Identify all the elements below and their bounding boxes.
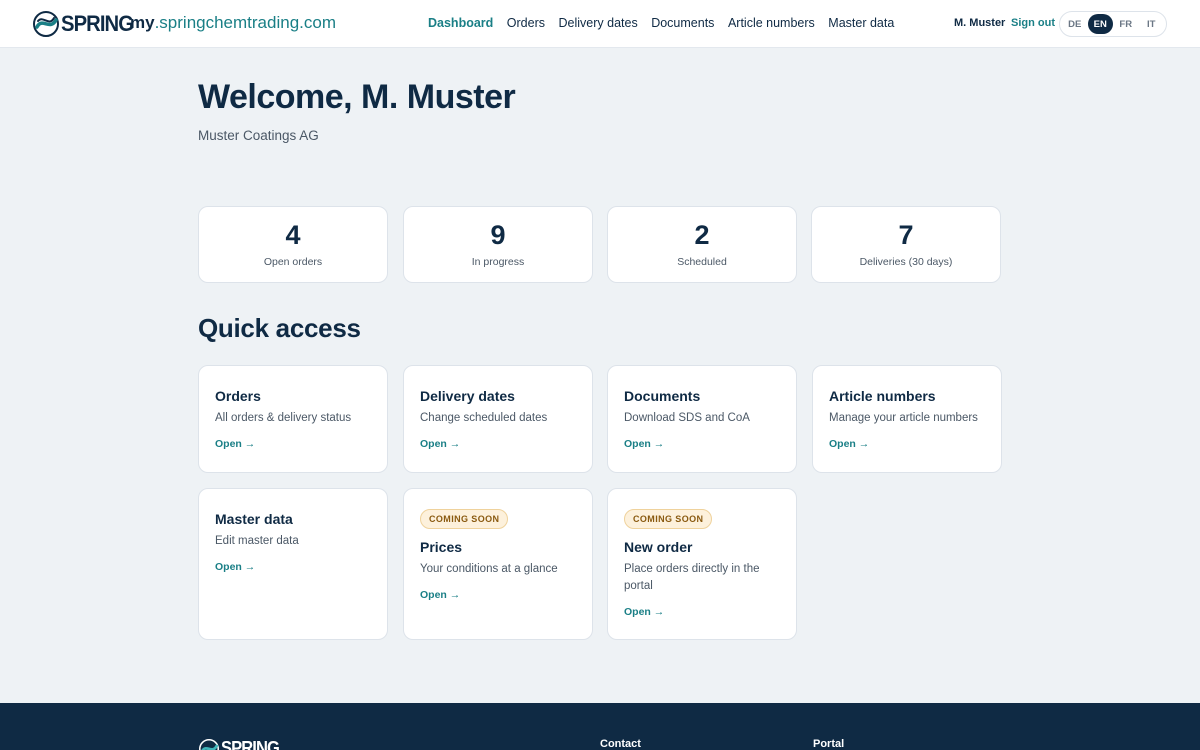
card-description: Change scheduled dates (420, 412, 548, 424)
domain-rest: .springchemtrading.com (154, 13, 336, 32)
card-description: Place orders directly in the portal (624, 563, 760, 592)
footer-portal-heading: Portal (813, 738, 845, 750)
card-description: Edit master data (215, 535, 299, 547)
nav-master-data[interactable]: Master data (828, 16, 894, 30)
coming-soon-badge: COMING SOON (624, 509, 713, 529)
stat-value: 2 (694, 220, 710, 250)
user-name: M. Muster (954, 17, 1006, 29)
stat-in-progress: 9 In progress (403, 206, 593, 283)
card-title: Orders (215, 388, 261, 404)
card-description: Your conditions at a glance (420, 563, 558, 575)
card-open-link[interactable]: Open → (624, 438, 664, 450)
stat-label: In progress (471, 256, 525, 268)
lang-en-button[interactable]: EN (1087, 14, 1113, 34)
card-open-link[interactable]: Open → (829, 438, 869, 450)
sign-out-link[interactable]: Sign out (1011, 17, 1055, 29)
page-title: Welcome, M. Muster (198, 78, 516, 116)
spring-logo-mark-icon (199, 738, 219, 750)
stat-value: 4 (285, 220, 301, 250)
card-open-link[interactable]: Open → (215, 561, 255, 573)
card-title: Documents (624, 388, 701, 404)
nav-delivery-dates[interactable]: Delivery dates (559, 16, 638, 30)
card-title: Prices (420, 539, 463, 555)
lang-fr-button[interactable]: FR (1113, 14, 1139, 34)
stat-deliveries: 7 Deliveries (30 days) (811, 206, 1001, 283)
card-title: Delivery dates (420, 388, 515, 404)
spring-logo-mark-icon (33, 11, 59, 37)
stat-label: Open orders (263, 256, 323, 268)
card-open-link[interactable]: Open → (215, 438, 255, 450)
nav-dashboard[interactable]: Dashboard (428, 16, 493, 30)
stat-value: 9 (490, 220, 506, 250)
portal-domain: my.springchemtrading.com (130, 13, 336, 33)
spring-logo[interactable]: SPRING (33, 11, 139, 37)
coming-soon-badge: COMING SOON (420, 509, 509, 529)
stat-label: Deliveries (30 days) (859, 256, 953, 268)
card-title: Article numbers (829, 388, 936, 404)
card-description: Manage your article numbers (829, 412, 978, 424)
nav-orders[interactable]: Orders (507, 16, 545, 30)
footer-logo-wordmark: SPRING (221, 738, 280, 750)
card-new-order[interactable]: COMING SOON New order Place orders direc… (607, 488, 797, 640)
stat-open-orders: 4 Open orders (198, 206, 388, 283)
card-description: Download SDS and CoA (624, 412, 750, 424)
card-article-numbers[interactable]: Article numbers Manage your article numb… (812, 365, 1002, 473)
stat-label: Scheduled (677, 256, 727, 268)
nav-documents[interactable]: Documents (651, 16, 714, 30)
logo-wordmark: SPRING (61, 11, 134, 36)
card-delivery-dates[interactable]: Delivery dates Change scheduled dates Op… (403, 365, 593, 473)
company-name: Muster Coatings AG (198, 128, 319, 143)
card-description: All orders & delivery status (215, 412, 352, 424)
card-open-link[interactable]: Open → (624, 606, 664, 618)
lang-it-button[interactable]: IT (1139, 14, 1165, 34)
stat-scheduled: 2 Scheduled (607, 206, 797, 283)
domain-prefix: my (130, 13, 155, 32)
footer-logo: SPRING (199, 738, 284, 750)
lang-de-button[interactable]: DE (1062, 14, 1088, 34)
card-master-data[interactable]: Master data Edit master data Open → (198, 488, 388, 640)
card-open-link[interactable]: Open → (420, 438, 460, 450)
main-nav: Dashboard Orders Delivery dates Document… (428, 16, 908, 30)
language-switcher: DE EN FR IT (1059, 11, 1167, 37)
footer-contact-heading: Contact (600, 738, 641, 750)
quick-access-heading: Quick access (198, 313, 361, 343)
card-title: Master data (215, 511, 293, 527)
stat-value: 7 (898, 220, 914, 250)
card-documents[interactable]: Documents Download SDS and CoA Open → (607, 365, 797, 473)
top-header: SPRING my.springchemtrading.com Dashboar… (0, 0, 1200, 48)
nav-article-numbers[interactable]: Article numbers (728, 16, 815, 30)
card-title: New order (624, 539, 693, 555)
card-open-link[interactable]: Open → (420, 589, 460, 601)
card-orders[interactable]: Orders All orders & delivery status Open… (198, 365, 388, 473)
site-footer: SPRING Contact Portal (0, 703, 1200, 750)
card-prices[interactable]: COMING SOON Prices Your conditions at a … (403, 488, 593, 640)
